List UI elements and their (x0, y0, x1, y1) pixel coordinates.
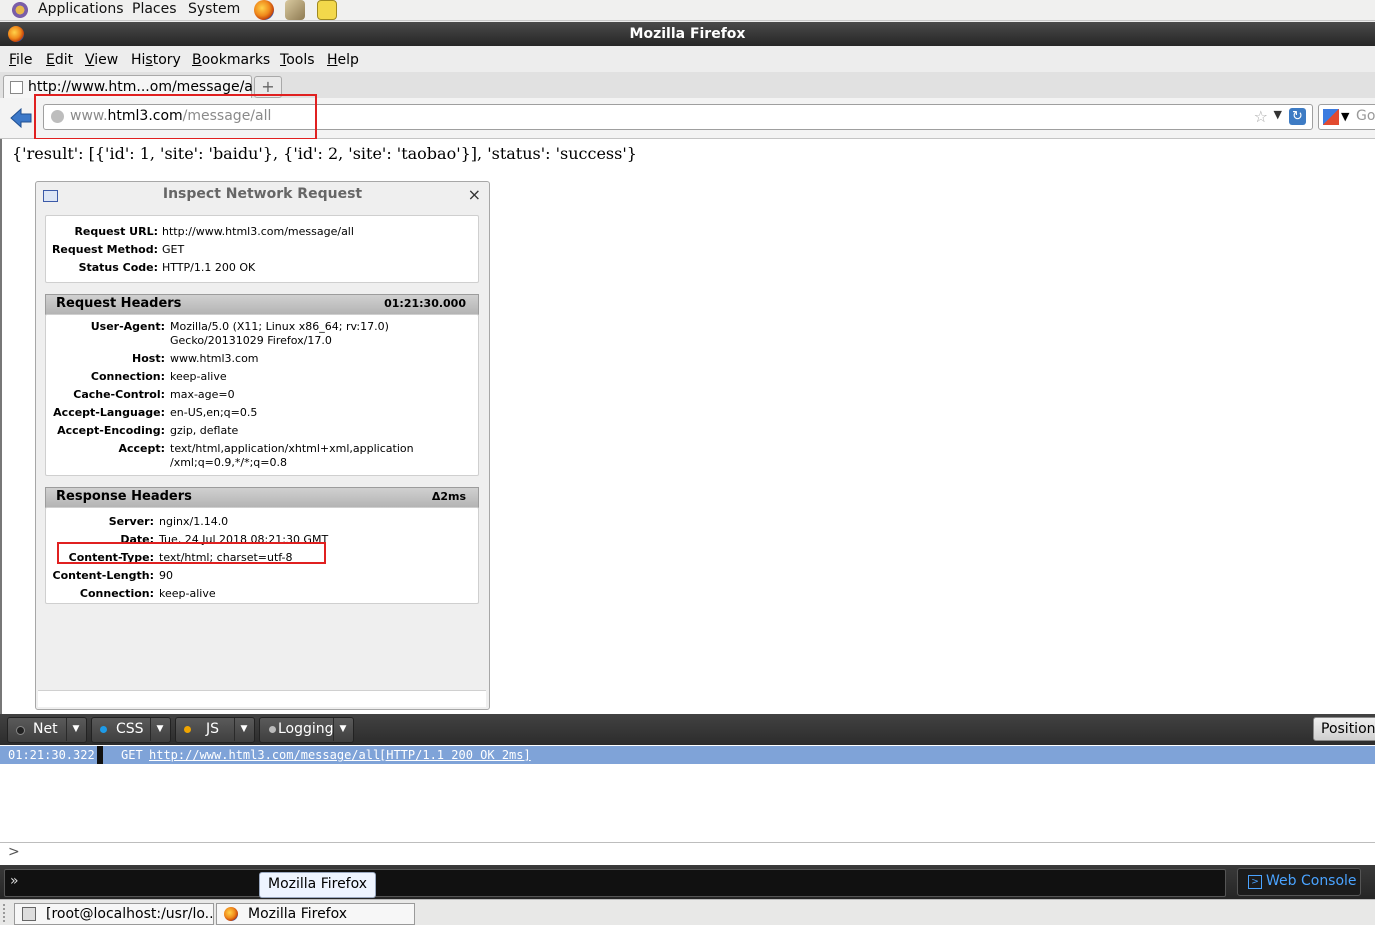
console-icon: > (1248, 875, 1262, 889)
response-headers-time: Δ2ms (431, 490, 466, 503)
menu-tools[interactable]: Tools (280, 52, 315, 68)
response-headers-title: Response Headers (56, 489, 192, 504)
page-content: {'result': [{'id': 1, 'site': 'baidu'}, … (0, 139, 1375, 714)
console-input[interactable]: > (0, 842, 1375, 865)
window-titlebar: Mozilla Firefox (0, 22, 1375, 46)
chevron-down-icon[interactable]: ▼ (150, 718, 169, 741)
window-title: Mozilla Firefox (629, 26, 746, 42)
filter-net-button[interactable]: Net ▼ (7, 717, 87, 743)
search-engine-dropdown-icon[interactable]: ▼ (1341, 110, 1349, 123)
log-status-link[interactable]: [HTTP/1.1 200 OK 2ms] (379, 746, 531, 764)
chevron-down-icon[interactable]: ▼ (234, 718, 253, 741)
bottom-taskbar: [root@localhost:/usr/lo... Mozilla Firef… (0, 899, 1375, 925)
chevron-down-icon[interactable]: ▼ (333, 718, 352, 741)
menu-view[interactable]: View (85, 52, 118, 68)
filter-js-button[interactable]: JS ▼ (175, 717, 255, 743)
chevron-down-icon[interactable]: ▼ (66, 718, 85, 741)
command-prompt-icon: » (10, 873, 19, 889)
close-icon[interactable]: × (468, 185, 481, 204)
menu-edit[interactable]: Edit (46, 52, 73, 68)
notes-launcher-icon[interactable] (317, 0, 337, 20)
gnome-foot-icon (10, 0, 30, 20)
css-dot-icon (100, 726, 107, 733)
developer-toolbar: » Mozilla Firefox > Web Console (0, 865, 1375, 899)
taskbar-item-terminal[interactable]: [root@localhost:/usr/lo... (14, 903, 214, 925)
bookmark-star-icon[interactable]: ☆ (1254, 107, 1268, 126)
applications-menu[interactable]: Applications (38, 1, 124, 17)
content-type-highlight-box (57, 542, 326, 564)
panel-resize-grip[interactable] (38, 690, 486, 707)
console-output: 01:21:30.322 GET http://www.html3.com/me… (0, 745, 1375, 842)
history-dropdown-icon[interactable]: ▼ (1274, 108, 1282, 121)
response-headers-header[interactable]: Response Headers Δ2ms (45, 487, 479, 508)
taskbar-handle (3, 904, 11, 922)
log-timestamp: 01:21:30.322 (8, 748, 95, 762)
menu-help[interactable]: Help (327, 52, 359, 68)
places-menu[interactable]: Places (132, 1, 177, 17)
firefox-launcher-icon[interactable] (254, 0, 274, 20)
filter-css-button[interactable]: CSS ▼ (91, 717, 171, 743)
taskbar-item-firefox[interactable]: Mozilla Firefox (216, 903, 415, 925)
request-headers-time: 01:21:30.000 (384, 297, 466, 310)
gnome-top-panel: Applications Places System (0, 0, 1375, 21)
inspect-network-request-panel: Inspect Network Request × Request URL: h… (35, 181, 490, 710)
net-dot-icon (16, 726, 25, 735)
search-input[interactable]: Go (1356, 108, 1375, 124)
menu-history[interactable]: History (131, 52, 181, 68)
inspect-panel-title: Inspect Network Request (162, 186, 363, 202)
search-engine-icon[interactable] (1323, 109, 1339, 125)
page-favicon-icon (10, 81, 23, 94)
json-response-text: {'result': [{'id': 1, 'site': 'baidu'}, … (12, 144, 637, 163)
log-url-link[interactable]: http://www.html3.com/message/all (149, 746, 380, 764)
menu-file[interactable]: File (9, 52, 32, 68)
request-summary-card: Request URL: http://www.html3.com/messag… (45, 215, 479, 283)
logging-dot-icon (269, 726, 276, 733)
log-severity-marker (97, 746, 103, 764)
log-method: GET (121, 748, 143, 762)
terminal-icon (22, 907, 36, 921)
js-dot-icon (184, 726, 191, 733)
firefox-icon (224, 907, 238, 921)
web-console-button[interactable]: > Web Console (1237, 868, 1361, 896)
system-menu[interactable]: System (188, 1, 240, 17)
request-headers-card: User-Agent: Mozilla/5.0 (X11; Linux x86_6… (45, 314, 479, 476)
position-button[interactable]: Position (1313, 717, 1375, 741)
reload-icon[interactable]: ↻ (1289, 108, 1306, 125)
log-entry[interactable]: 01:21:30.322 GET http://www.html3.com/me… (0, 746, 1375, 764)
url-highlight-box (34, 94, 317, 140)
request-headers-header[interactable]: Request Headers 01:21:30.000 (45, 294, 479, 315)
search-box[interactable]: ▼ Go (1318, 104, 1375, 130)
filter-logging-button[interactable]: Logging ▼ (259, 717, 354, 743)
window-tooltip: Mozilla Firefox (259, 872, 377, 898)
mail-launcher-icon[interactable] (285, 0, 305, 20)
request-headers-title: Request Headers (56, 296, 182, 311)
web-console-toolbar: Net ▼ CSS ▼ JS ▼ Logging ▼ Position (0, 714, 1375, 745)
command-line-input[interactable]: » (4, 869, 1226, 897)
menu-bookmarks[interactable]: Bookmarks (192, 52, 270, 68)
back-arrow-icon[interactable] (10, 108, 32, 128)
menubar: File Edit View History Bookmarks Tools H… (0, 46, 1375, 72)
console-prompt: > (8, 844, 20, 860)
